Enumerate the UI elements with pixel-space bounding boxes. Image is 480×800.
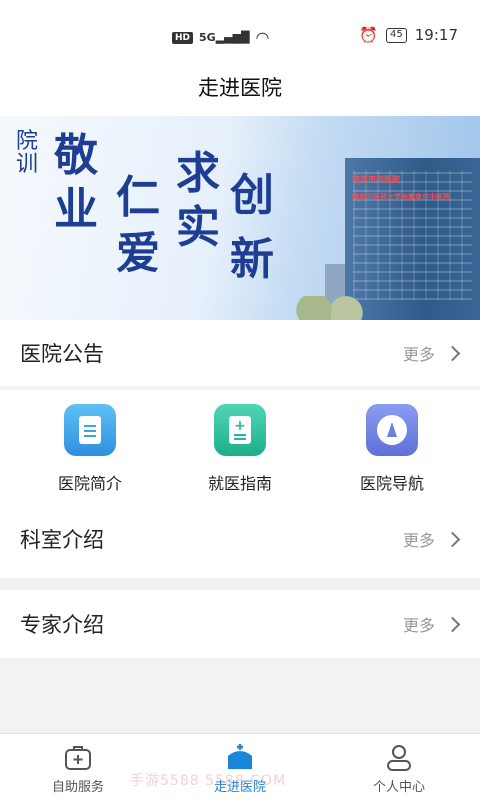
page-title: 走进医院 [198,76,282,100]
quick-link-medical-guide[interactable]: 就医指南 [180,404,300,494]
banner-motto-char: 爱 [116,228,160,279]
banner-motto-char: 仁 [116,172,160,223]
chevron-right-icon [444,531,461,547]
chevron-right-icon [444,616,461,632]
trees-image [290,296,370,320]
medical-kit-icon [65,746,91,770]
announcements-more-link[interactable]: 更多 [403,341,461,365]
wifi-icon: ◠ [255,28,270,47]
compass-icon [366,404,418,456]
banner-motto-char: 新 [230,234,274,285]
announcements-title: 医院公告 [20,342,104,366]
banner-motto-char: 实 [176,202,220,253]
banner-motto-char: 敬 [54,130,98,181]
experts-row[interactable]: 专家介绍 更多 [0,590,480,658]
quick-link-hospital-navigation[interactable]: 医院导航 [332,404,452,494]
quick-link-hospital-intro[interactable]: 医院简介 [30,404,150,494]
quick-link-label: 就医指南 [207,474,272,493]
signal-icon: 5G▂▄▆█ [199,31,250,44]
document-icon [64,404,116,456]
status-time: 19:17 [414,26,458,44]
tab-label: 自助服务 [51,780,104,795]
nav-bar: 走进医院 [0,58,480,116]
tab-self-service[interactable]: 自助服务 [18,742,138,795]
banner-motto-char: 创 [230,170,274,221]
announcements-row[interactable]: 医院公告 更多 [0,320,480,386]
experts-title: 专家介绍 [20,613,104,637]
status-bar: HD 5G▂▄▆█ ◠ ⏰ 45 19:17 [0,0,480,58]
departments-title: 科室介绍 [20,528,104,552]
quick-link-label: 医院简介 [57,474,122,493]
hd-badge: HD [172,31,194,44]
experts-more-link[interactable]: 更多 [403,612,461,636]
tab-label: 个人中心 [372,780,425,795]
hospital-icon [228,744,252,769]
watermark: 手游5588 5588.COM [130,773,287,789]
quick-links: 医院简介 就医指南 医院导航 [0,390,480,500]
departments-more-link[interactable]: 更多 [403,527,461,551]
user-icon [387,745,411,771]
departments-row[interactable]: 科室介绍 更多 [0,500,480,578]
building-sign: 南京市中医院 [352,175,400,184]
banner-motto-char: 业 [54,184,98,235]
banner-motto-char: 求 [176,148,220,199]
hospital-banner[interactable]: 院训 敬 业 仁 爱 求 实 创 新 南京市中医院 南京中医药大学附属南京中医院 [0,116,480,320]
alarm-icon: ⏰ [359,26,379,44]
building-sign: 南京中医药大学附属南京中医院 [352,193,450,201]
quick-link-label: 医院导航 [359,474,424,493]
medical-document-icon [214,404,266,456]
battery-icon: 45 [386,27,407,43]
chevron-right-icon [444,345,461,361]
tab-personal-center[interactable]: 个人中心 [339,742,459,795]
banner-side-label: 院训 [16,129,39,178]
